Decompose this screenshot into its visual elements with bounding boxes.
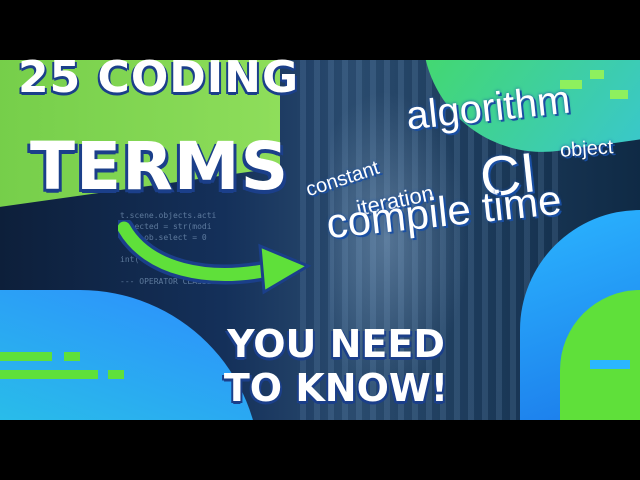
letterbox-bottom (0, 420, 640, 480)
subtitle: YOU NEED TO KNOW! (216, 322, 456, 410)
curved-right-arrow-icon (118, 220, 312, 295)
word-object: object (559, 136, 615, 162)
subtitle-line-1: YOU NEED (227, 322, 445, 366)
subtitle-line-2: TO KNOW! (223, 366, 449, 410)
title-line-1: 25 CODING (18, 52, 300, 103)
letterbox-top (0, 0, 640, 60)
title-line-2: TERMS (30, 128, 290, 205)
